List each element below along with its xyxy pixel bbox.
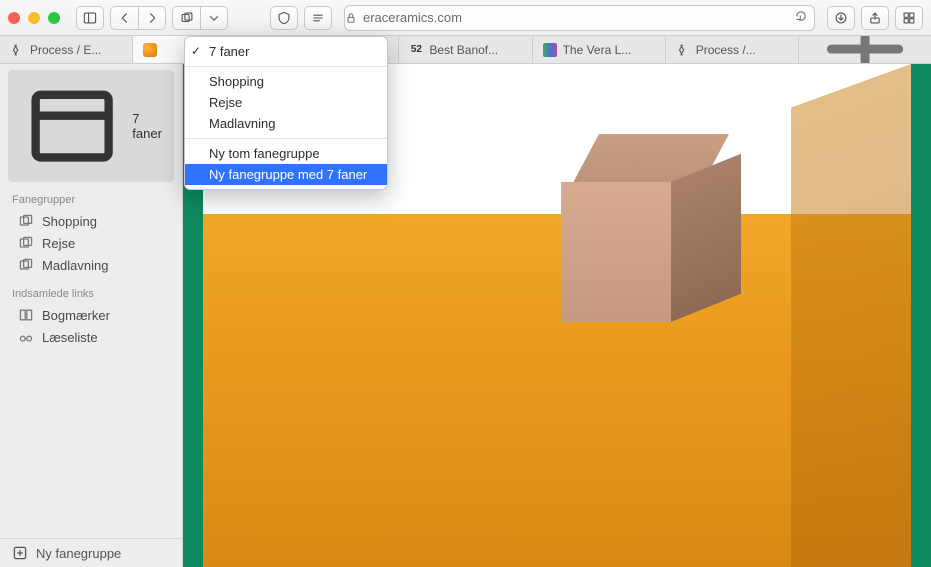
address-domain: eraceramics.com bbox=[363, 10, 462, 25]
sidebar-readinglist-item[interactable]: Læseliste bbox=[0, 326, 182, 348]
tabgroup-icon bbox=[18, 235, 34, 251]
minimize-window-button[interactable] bbox=[28, 12, 40, 24]
sidebar-item-label: Shopping bbox=[42, 214, 97, 229]
dropdown-item-label: Madlavning bbox=[209, 116, 276, 131]
sidebar-section-groups: Fanegrupper bbox=[0, 192, 182, 210]
window-icon bbox=[20, 74, 124, 178]
tabgroup-picker bbox=[172, 6, 228, 30]
content-table-surface bbox=[203, 214, 911, 567]
tabgroup-icon bbox=[18, 213, 34, 229]
sidebar-current-label: 7 faner bbox=[132, 111, 162, 141]
sidebar-section-collected: Indsamlede links bbox=[0, 286, 182, 304]
favicon-icon bbox=[543, 43, 557, 57]
tab[interactable]: Process /... bbox=[666, 36, 799, 63]
reload-icon bbox=[794, 9, 808, 23]
sidebar-item-label: Bogmærker bbox=[42, 308, 110, 323]
dropdown-item-label: Shopping bbox=[209, 74, 264, 89]
toolbar: eraceramics.com bbox=[0, 0, 931, 36]
sidebar-group-item[interactable]: Madlavning bbox=[0, 254, 182, 276]
book-icon bbox=[18, 307, 34, 323]
glasses-icon bbox=[18, 329, 34, 345]
tab-label: The Vera L... bbox=[563, 43, 632, 57]
dropdown-item-label: Ny tom fanegruppe bbox=[209, 146, 320, 161]
sidebar-bookmarks-item[interactable]: Bogmærker bbox=[0, 304, 182, 326]
dropdown-item[interactable]: Rejse bbox=[185, 92, 387, 113]
dropdown-item[interactable]: 7 faner bbox=[185, 41, 387, 62]
tab-label: Best Banof... bbox=[429, 43, 498, 57]
grid-icon bbox=[902, 11, 916, 25]
tab[interactable]: Process / E... bbox=[0, 36, 133, 63]
content-clay-cube bbox=[563, 134, 733, 334]
forward-button[interactable] bbox=[138, 6, 166, 30]
tab-label: Process / E... bbox=[30, 43, 101, 57]
share-icon bbox=[868, 11, 882, 25]
chevron-right-icon bbox=[145, 11, 159, 25]
compress-icon bbox=[10, 43, 24, 57]
tabgroup-button[interactable] bbox=[172, 6, 200, 30]
new-tab-button[interactable] bbox=[799, 36, 931, 63]
tab-bar: Process / E... Grand Cen... 52 Best Bano… bbox=[0, 36, 931, 64]
dropdown-item[interactable]: Madlavning bbox=[185, 113, 387, 134]
main: 7 faner Fanegrupper Shopping Rejse Madla… bbox=[0, 64, 931, 567]
lock-icon bbox=[345, 12, 357, 24]
compress-icon bbox=[676, 43, 690, 57]
dropdown-item[interactable]: Ny fanegruppe med 7 faner bbox=[185, 164, 387, 185]
sidebar-toggle-button[interactable] bbox=[76, 6, 104, 30]
dropdown-item-label: 7 faner bbox=[209, 44, 249, 59]
tabgroup-icon bbox=[18, 257, 34, 273]
chevron-down-icon bbox=[207, 11, 221, 25]
close-window-button[interactable] bbox=[8, 12, 20, 24]
privacy-report-button[interactable] bbox=[270, 6, 298, 30]
sidebar-group-item[interactable]: Rejse bbox=[0, 232, 182, 254]
nav-buttons bbox=[110, 6, 166, 30]
reader-format-button[interactable] bbox=[304, 6, 332, 30]
dropdown-separator bbox=[185, 66, 387, 67]
favicon-icon: 52 bbox=[409, 43, 423, 57]
dropdown-separator bbox=[185, 138, 387, 139]
downloads-button[interactable] bbox=[827, 6, 855, 30]
sidebar: 7 faner Fanegrupper Shopping Rejse Madla… bbox=[0, 64, 183, 567]
favicon-icon bbox=[143, 43, 157, 57]
reload-button[interactable] bbox=[794, 9, 808, 26]
sidebar-current-tabgroup[interactable]: 7 faner bbox=[8, 70, 174, 182]
sidebar-group-item[interactable]: Shopping bbox=[0, 210, 182, 232]
tab-label: Process /... bbox=[696, 43, 756, 57]
plus-icon bbox=[809, 36, 921, 63]
chevron-left-icon bbox=[118, 11, 132, 25]
sidebar-new-group-button[interactable]: Ny fanegruppe bbox=[0, 538, 182, 567]
tabgroup-dropdown: 7 faner Shopping Rejse Madlavning Ny tom… bbox=[184, 36, 388, 190]
dropdown-item[interactable]: Ny tom fanegruppe bbox=[185, 143, 387, 164]
tab[interactable]: 52 Best Banof... bbox=[399, 36, 532, 63]
sidebar-footer-label: Ny fanegruppe bbox=[36, 546, 121, 561]
sidebar-icon bbox=[83, 11, 97, 25]
sidebar-item-label: Madlavning bbox=[42, 258, 109, 273]
text-size-icon bbox=[311, 11, 325, 25]
dropdown-item[interactable]: Shopping bbox=[185, 71, 387, 92]
address-bar[interactable]: eraceramics.com bbox=[344, 5, 815, 31]
sidebar-item-label: Læseliste bbox=[42, 330, 98, 345]
fullscreen-window-button[interactable] bbox=[48, 12, 60, 24]
plus-square-icon bbox=[12, 545, 28, 561]
shield-icon bbox=[277, 11, 291, 25]
dropdown-item-label: Ny fanegruppe med 7 faner bbox=[209, 167, 367, 182]
tab[interactable]: The Vera L... bbox=[533, 36, 666, 63]
dropdown-item-label: Rejse bbox=[209, 95, 242, 110]
sidebar-item-label: Rejse bbox=[42, 236, 75, 251]
tabgroup-icon bbox=[180, 11, 194, 25]
back-button[interactable] bbox=[110, 6, 138, 30]
window-controls bbox=[8, 12, 60, 24]
download-icon bbox=[834, 11, 848, 25]
tabgroup-menu-button[interactable] bbox=[200, 6, 228, 30]
tabs-overview-button[interactable] bbox=[895, 6, 923, 30]
share-button[interactable] bbox=[861, 6, 889, 30]
